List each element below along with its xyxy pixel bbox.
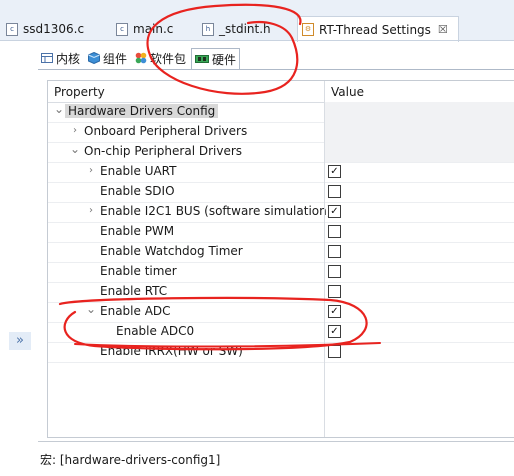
status-text: 宏: [hardware-drivers-config1] xyxy=(40,453,221,467)
table-row[interactable]: › Onboard Peripheral Drivers xyxy=(48,122,514,143)
package-icon xyxy=(135,52,147,64)
unchecked-checkbox[interactable] xyxy=(328,225,341,238)
checked-checkbox[interactable]: ✓ xyxy=(328,165,341,178)
value-cell xyxy=(325,122,514,142)
value-cell xyxy=(325,102,514,122)
tab-strip-divider xyxy=(0,40,514,41)
row-label: Enable ADC xyxy=(100,304,171,318)
tab-stdint-h[interactable]: h _stdint.h xyxy=(202,17,271,41)
table-row[interactable]: ⌄ On-chip Peripheral Drivers xyxy=(48,142,514,163)
c-file-icon: c xyxy=(116,22,128,36)
table-row[interactable]: Enable PWM xyxy=(48,222,514,243)
unchecked-checkbox[interactable] xyxy=(328,265,341,278)
value-cell[interactable]: ✓ xyxy=(325,202,514,222)
close-icon[interactable]: ☒ xyxy=(438,23,448,36)
tab-label: RT-Thread Settings xyxy=(319,22,431,37)
value-cell xyxy=(325,142,514,162)
tab-components[interactable]: 组件 xyxy=(85,48,130,68)
value-cell[interactable]: ✓ xyxy=(325,162,514,182)
tab-label: main.c xyxy=(133,22,174,36)
tab-main-c[interactable]: c main.c xyxy=(116,17,173,41)
tab-rt-thread-settings[interactable]: ⚙ RT-Thread Settings ☒ xyxy=(297,16,459,42)
unchecked-checkbox[interactable] xyxy=(328,285,341,298)
kernel-icon xyxy=(41,53,53,63)
row-label: Enable SDIO xyxy=(100,184,175,198)
tab-components-label: 组件 xyxy=(103,51,128,66)
tab-packages[interactable]: 软件包 xyxy=(132,48,189,68)
row-label: Enable RTC xyxy=(100,284,168,298)
chevron-down-icon[interactable]: ⌄ xyxy=(70,143,80,155)
unchecked-checkbox[interactable] xyxy=(328,185,341,198)
tab-hardware-label: 硬件 xyxy=(212,52,237,67)
table-row[interactable]: Enable ADC0 ✓ xyxy=(48,322,514,343)
component-icon xyxy=(88,52,101,64)
table-row[interactable]: Enable timer xyxy=(48,262,514,283)
tab-hardware[interactable]: 硬件 xyxy=(191,48,241,70)
table-row[interactable]: › Enable I2C1 BUS (software simulation) ✓ xyxy=(48,202,514,223)
table-row[interactable]: Enable RTC xyxy=(48,282,514,303)
row-label: On-chip Peripheral Drivers xyxy=(84,144,243,158)
row-label: Enable UART xyxy=(100,164,177,178)
row-label: Enable PWM xyxy=(100,224,175,238)
property-tree-table[interactable]: Property Value ⌄ Hardware Drivers Config ›… xyxy=(47,80,514,438)
expand-panel-icon[interactable]: » xyxy=(9,332,31,350)
h-file-icon: h xyxy=(202,22,214,36)
row-label: Enable Watchdog Timer xyxy=(100,244,243,258)
chevron-down-icon[interactable]: ⌄ xyxy=(54,103,64,115)
unchecked-checkbox[interactable] xyxy=(328,345,341,358)
value-cell[interactable] xyxy=(325,262,514,282)
tab-label: _stdint.h xyxy=(219,22,271,36)
c-file-icon: c xyxy=(6,22,18,36)
hardware-icon xyxy=(195,55,210,63)
status-divider xyxy=(38,441,514,442)
unchecked-checkbox[interactable] xyxy=(328,245,341,258)
chevron-down-icon[interactable]: ⌄ xyxy=(86,303,96,315)
value-cell[interactable] xyxy=(325,282,514,302)
settings-tab-divider xyxy=(38,69,514,70)
settings-icon: ⚙ xyxy=(302,23,314,36)
chevron-right-icon[interactable]: › xyxy=(86,205,96,217)
table-row[interactable]: Enable IRRX(HW or SW) xyxy=(48,342,514,363)
table-row[interactable]: Enable SDIO xyxy=(48,182,514,203)
value-cell[interactable]: ✓ xyxy=(325,302,514,322)
table-row[interactable]: › Enable UART ✓ xyxy=(48,162,514,183)
tab-kernel-label: 内核 xyxy=(56,51,81,66)
column-header-property[interactable]: Property xyxy=(54,85,105,99)
row-label: Enable timer xyxy=(100,264,177,278)
table-row[interactable]: ⌄ Enable ADC ✓ xyxy=(48,302,514,323)
row-label: Enable ADC0 xyxy=(116,324,195,338)
collapsed-side-panel: » xyxy=(0,70,38,440)
chevron-right-icon[interactable]: › xyxy=(70,125,80,137)
table-row[interactable]: Enable Watchdog Timer xyxy=(48,242,514,263)
tab-kernel[interactable]: 内核 xyxy=(38,48,83,68)
table-header: Property Value xyxy=(48,81,514,103)
value-cell[interactable] xyxy=(325,222,514,242)
row-label: Enable I2C1 BUS (software simulation) xyxy=(100,204,332,218)
checked-checkbox[interactable]: ✓ xyxy=(328,205,341,218)
row-label: Onboard Peripheral Drivers xyxy=(84,124,248,138)
column-header-value[interactable]: Value xyxy=(331,85,364,99)
checked-checkbox[interactable]: ✓ xyxy=(328,305,341,318)
tab-ssd1306-c[interactable]: c ssd1306.c xyxy=(6,17,84,41)
value-cell[interactable] xyxy=(325,342,514,362)
table-row[interactable]: ⌄ Hardware Drivers Config xyxy=(48,102,514,123)
checked-checkbox[interactable]: ✓ xyxy=(328,325,341,338)
value-cell[interactable]: ✓ xyxy=(325,322,514,342)
value-cell[interactable] xyxy=(325,242,514,262)
tab-label: ssd1306.c xyxy=(23,22,85,36)
settings-tab-bar: 内核 组件 软件包 硬件 xyxy=(38,48,242,70)
tab-packages-label: 软件包 xyxy=(150,51,187,66)
chevron-right-icon[interactable]: › xyxy=(86,165,96,177)
value-cell[interactable] xyxy=(325,182,514,202)
row-label: Enable IRRX(HW or SW) xyxy=(100,344,243,358)
row-label: Hardware Drivers Config xyxy=(65,104,219,118)
column-separator[interactable] xyxy=(324,81,325,437)
